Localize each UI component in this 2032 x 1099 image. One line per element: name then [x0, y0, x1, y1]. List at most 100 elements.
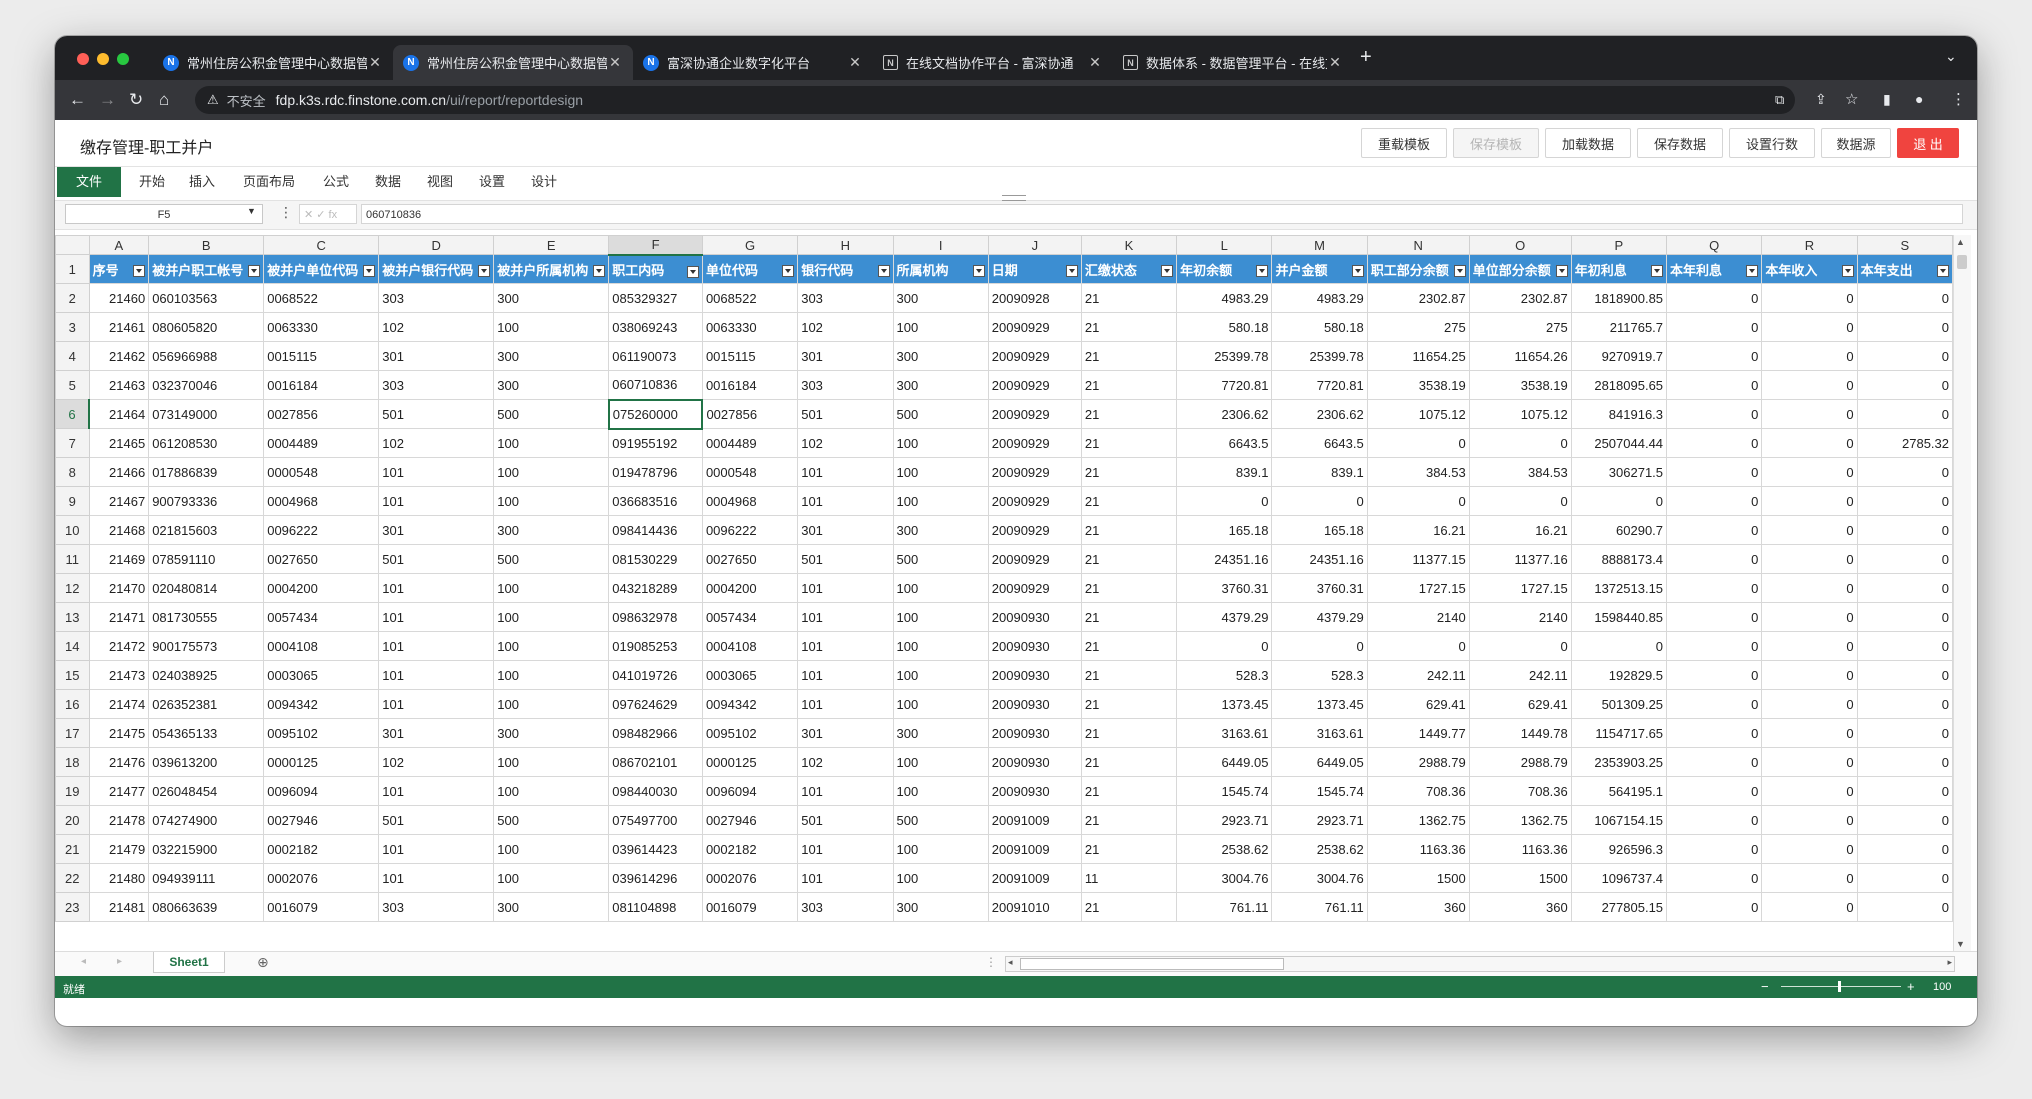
table-cell[interactable]: 21464: [88, 399, 150, 429]
menu-insert[interactable]: 插入: [189, 167, 215, 197]
browser-tab[interactable]: N 数据体系 - 数据管理平台 - 在线文 ✕: [1113, 45, 1353, 80]
table-cell[interactable]: 0027946: [701, 805, 799, 835]
table-cell[interactable]: 21475: [88, 718, 150, 748]
column-header[interactable]: F: [608, 235, 703, 256]
table-cell[interactable]: 0027650: [263, 544, 380, 574]
row-header[interactable]: 22: [55, 863, 90, 893]
table-cell[interactable]: 0: [1666, 312, 1763, 342]
table-cell[interactable]: 0094342: [263, 689, 380, 719]
table-cell[interactable]: 4379.29: [1271, 602, 1368, 632]
table-cell[interactable]: 0: [1666, 457, 1763, 487]
table-cell[interactable]: 100: [892, 863, 989, 893]
table-cell[interactable]: 21: [1080, 689, 1178, 719]
table-cell[interactable]: 026048454: [148, 776, 265, 806]
row-header[interactable]: 15: [55, 660, 90, 690]
table-cell[interactable]: 0003065: [263, 660, 380, 690]
table-cell[interactable]: 102: [797, 428, 894, 458]
table-cell[interactable]: 0000125: [701, 747, 799, 777]
table-cell[interactable]: 100: [892, 747, 989, 777]
table-cell[interactable]: 101: [378, 602, 495, 632]
table-cell[interactable]: 1727.15: [1366, 573, 1470, 603]
table-cell[interactable]: 6643.5: [1271, 428, 1368, 458]
table-cell[interactable]: 097624629: [608, 689, 703, 719]
table-cell[interactable]: 101: [797, 863, 894, 893]
scroll-up-icon[interactable]: ▲: [1956, 237, 1965, 247]
table-cell[interactable]: 21: [1080, 573, 1178, 603]
table-cell[interactable]: 4983.29: [1176, 283, 1273, 313]
table-cell[interactable]: 0: [1856, 515, 1953, 545]
table-cell[interactable]: 25399.78: [1176, 341, 1273, 371]
table-cell[interactable]: 0: [1856, 863, 1953, 893]
table-header-cell[interactable]: 职工部分余额: [1366, 254, 1470, 284]
table-cell[interactable]: 21473: [88, 660, 150, 690]
column-header[interactable]: D: [378, 235, 495, 255]
table-cell[interactable]: 085329327: [608, 283, 703, 313]
table-cell[interactable]: 2302.87: [1468, 283, 1572, 313]
column-header[interactable]: H: [797, 235, 894, 255]
table-cell[interactable]: 21460: [88, 283, 150, 313]
table-cell[interactable]: 0094342: [701, 689, 799, 719]
filter-dropdown-icon[interactable]: [1065, 265, 1078, 277]
menu-settings[interactable]: 设置: [479, 167, 505, 197]
tab-close-icon[interactable]: ✕: [1087, 54, 1103, 71]
table-cell[interactable]: 102: [378, 747, 495, 777]
table-cell[interactable]: 0: [1666, 428, 1763, 458]
table-cell[interactable]: 301: [797, 718, 894, 748]
table-cell[interactable]: 0015115: [701, 341, 799, 371]
table-cell[interactable]: 20091009: [987, 805, 1082, 835]
table-cell[interactable]: 242.11: [1468, 660, 1572, 690]
table-cell[interactable]: 7720.81: [1271, 370, 1368, 400]
table-cell[interactable]: 501: [797, 399, 894, 429]
table-cell[interactable]: 165.18: [1271, 515, 1368, 545]
table-cell[interactable]: 0027856: [701, 399, 799, 429]
minimize-window-icon[interactable]: [97, 53, 109, 65]
close-window-icon[interactable]: [77, 53, 89, 65]
browser-tab[interactable]: N 在线文档协作平台 - 富深协通 ✕: [873, 45, 1113, 80]
table-cell[interactable]: 0: [1666, 834, 1763, 864]
table-cell[interactable]: 300: [892, 892, 989, 922]
table-cell[interactable]: 0: [1761, 718, 1858, 748]
table-cell[interactable]: 841916.3: [1570, 399, 1668, 429]
table-cell[interactable]: 165.18: [1176, 515, 1273, 545]
table-cell[interactable]: 0002076: [263, 863, 380, 893]
table-cell[interactable]: 306271.5: [1570, 457, 1668, 487]
table-cell[interactable]: 360: [1366, 892, 1470, 922]
table-cell[interactable]: 6643.5: [1176, 428, 1273, 458]
tab-close-icon[interactable]: ✕: [847, 54, 863, 71]
table-cell[interactable]: 21462: [88, 341, 150, 371]
tab-close-icon[interactable]: ✕: [1327, 54, 1343, 71]
column-header[interactable]: M: [1271, 235, 1368, 255]
table-cell[interactable]: 0096094: [263, 776, 380, 806]
table-cell[interactable]: 1163.36: [1468, 834, 1572, 864]
table-cell[interactable]: 21471: [88, 602, 150, 632]
table-header-cell[interactable]: 所属机构: [892, 254, 989, 284]
table-cell[interactable]: 21: [1080, 457, 1178, 487]
spreadsheet-grid[interactable]: A B C D E F G H I J K L M N O P Q R S 1 序号 被并户职工帐号 被并户单位代码 被并户银…: [55, 235, 1953, 951]
table-cell[interactable]: 1075.12: [1366, 399, 1470, 429]
add-sheet-icon[interactable]: ⊕: [257, 954, 269, 971]
table-header-cell[interactable]: 被并户所属机构: [493, 254, 610, 284]
table-cell[interactable]: 629.41: [1468, 689, 1572, 719]
translate-icon[interactable]: ⧉: [1775, 92, 1784, 108]
table-cell[interactable]: 0: [1761, 428, 1858, 458]
table-cell[interactable]: 0: [1468, 428, 1572, 458]
table-cell[interactable]: 24351.16: [1176, 544, 1273, 574]
table-cell[interactable]: 0: [1856, 486, 1953, 516]
table-cell[interactable]: 303: [797, 370, 894, 400]
table-cell[interactable]: 1362.75: [1366, 805, 1470, 835]
table-cell[interactable]: 0: [1666, 486, 1763, 516]
table-cell[interactable]: 101: [378, 776, 495, 806]
tab-search-icon[interactable]: ⌄: [1945, 48, 1957, 65]
table-cell[interactable]: 0: [1761, 341, 1858, 371]
table-cell[interactable]: 075260000: [607, 398, 704, 430]
table-cell[interactable]: 3004.76: [1271, 863, 1368, 893]
table-cell[interactable]: 300: [493, 718, 610, 748]
table-header-cell[interactable]: 汇缴状态: [1080, 254, 1178, 284]
table-cell[interactable]: 098632978: [608, 602, 703, 632]
table-cell[interactable]: 2306.62: [1176, 399, 1273, 429]
table-cell[interactable]: 2538.62: [1271, 834, 1368, 864]
table-cell[interactable]: 100: [493, 776, 610, 806]
table-cell[interactable]: 21: [1080, 602, 1178, 632]
table-cell[interactable]: 501: [378, 399, 495, 429]
table-cell[interactable]: 100: [493, 428, 610, 458]
